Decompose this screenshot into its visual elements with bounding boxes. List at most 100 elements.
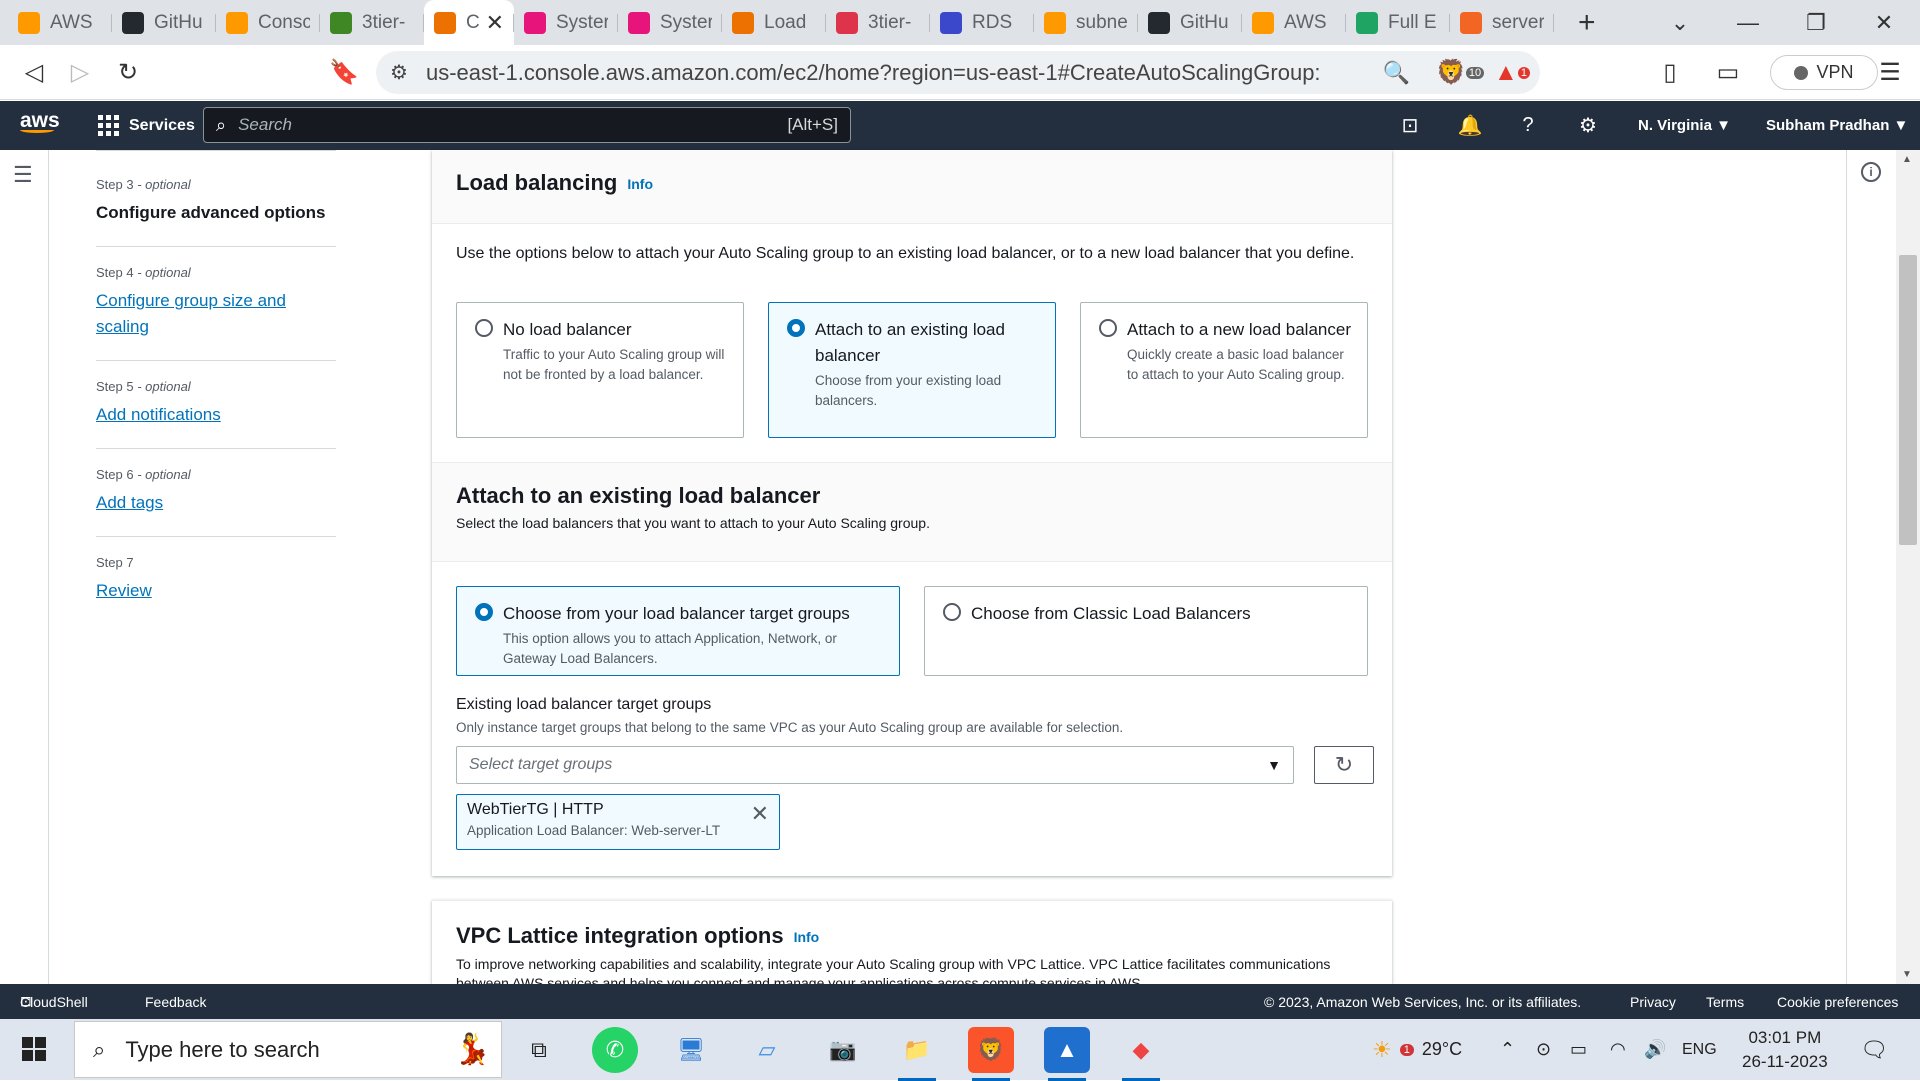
target-groups-select[interactable]: Select target groups ▼ bbox=[456, 746, 1294, 784]
settings-gear-icon[interactable]: ⚙ bbox=[1568, 101, 1608, 150]
cloudshell-icon[interactable]: ⊡ bbox=[1390, 101, 1430, 150]
wallet-icon[interactable]: ▭ bbox=[1708, 45, 1748, 100]
browser-tab-14[interactable]: server bbox=[1450, 0, 1554, 45]
battery-icon[interactable]: ▭ bbox=[1570, 1019, 1587, 1080]
browser-tab-6[interactable]: Syster bbox=[618, 0, 722, 45]
address-bar[interactable]: ⚙ us-east-1.console.aws.amazon.com/ec2/h… bbox=[376, 51, 1540, 94]
wifi-icon[interactable]: ◠ bbox=[1610, 1019, 1626, 1080]
scroll-down-icon[interactable]: ▼ bbox=[1902, 969, 1912, 980]
camera-icon[interactable]: 📷 bbox=[820, 1027, 866, 1073]
brave-browser-icon[interactable]: 🦁 bbox=[968, 1027, 1014, 1081]
file-explorer-icon[interactable]: 📁 bbox=[894, 1027, 940, 1081]
brave-rewards-icon[interactable]: ▲ 1 bbox=[1492, 45, 1532, 100]
show-hidden-icons-chevron-icon[interactable]: ⌃ bbox=[1500, 1019, 1515, 1080]
browser-tab-2[interactable]: Consc bbox=[216, 0, 320, 45]
search-input[interactable]: ⌕ Search [Alt+S] bbox=[203, 107, 851, 143]
attach-existing-lb-option[interactable]: Attach to an existing load balancer Choo… bbox=[768, 302, 1056, 438]
systems-manager-icon bbox=[524, 11, 546, 34]
browser-tab-9[interactable]: RDS bbox=[930, 0, 1034, 45]
browser-tab-11[interactable]: GitHu bbox=[1138, 0, 1242, 45]
clock[interactable]: 03:01 PM 26-11-2023 bbox=[1742, 1019, 1828, 1080]
step-4-link[interactable]: Configure group size and scaling bbox=[96, 288, 296, 340]
bookmark-icon[interactable]: 🔖 bbox=[322, 45, 366, 100]
github-icon bbox=[1148, 11, 1170, 34]
attach-new-lb-option[interactable]: Attach to a new load balancer Quickly cr… bbox=[1080, 302, 1368, 438]
tab-search-chevron-icon[interactable]: ⌄ bbox=[1652, 0, 1708, 45]
zoom-icon[interactable]: 🔍 bbox=[1383, 60, 1410, 86]
close-window-icon[interactable]: ✕ bbox=[1856, 0, 1912, 45]
target-groups-option[interactable]: Choose from your load balancer target gr… bbox=[456, 586, 900, 676]
brave-shields-icon[interactable]: 🦁 10 bbox=[1436, 45, 1485, 100]
back-icon[interactable]: ◁ bbox=[12, 45, 56, 100]
browser-tab-5[interactable]: Syster bbox=[514, 0, 618, 45]
whatsapp-icon[interactable]: ✆ bbox=[592, 1027, 638, 1073]
browser-tab-13[interactable]: Full E bbox=[1346, 0, 1450, 45]
region-selector[interactable]: N. Virginia ▼ bbox=[1638, 101, 1731, 150]
help-icon[interactable]: ? bbox=[1508, 101, 1548, 150]
step-7-link[interactable]: Review bbox=[96, 578, 336, 604]
privacy-link[interactable]: Privacy bbox=[1630, 984, 1676, 1019]
info-panel-icon[interactable]: i bbox=[1861, 162, 1881, 182]
refresh-button[interactable]: ↻ bbox=[1314, 746, 1374, 784]
page-scrollbar[interactable]: ▲ ▼ bbox=[1896, 150, 1920, 984]
cookie-preferences-link[interactable]: Cookie preferences bbox=[1777, 984, 1898, 1019]
browser-tab-7[interactable]: Load bbox=[722, 0, 826, 45]
new-tab-button[interactable]: + bbox=[1578, 6, 1608, 40]
target-groups-radio[interactable] bbox=[475, 603, 493, 621]
browser-tab-12[interactable]: AWS bbox=[1242, 0, 1346, 45]
notification-center-icon[interactable]: 🗨 bbox=[1860, 1019, 1888, 1080]
vpn-button[interactable]: VPN bbox=[1770, 55, 1878, 90]
taskbar-search-input[interactable]: ⌕ Type here to search 💃 bbox=[74, 1021, 502, 1078]
scroll-up-icon[interactable]: ▲ bbox=[1902, 154, 1912, 165]
wizard-steps: Step 3 - optional Configure advanced opt… bbox=[96, 150, 336, 624]
copyright-text: © 2023, Amazon Web Services, Inc. or its… bbox=[1264, 993, 1582, 1010]
tab-list: AWS GitHu Consc 3tier- C ✕ Syster Syster Load 3ti… bbox=[0, 0, 1554, 45]
photos-app-icon[interactable]: ▲ bbox=[1044, 1027, 1090, 1081]
site-settings-icon[interactable]: ⚙ bbox=[390, 60, 408, 85]
menu-hamburger-icon[interactable]: ☰ bbox=[13, 162, 33, 188]
attach-new-lb-radio[interactable] bbox=[1099, 319, 1117, 337]
browser-tab-0[interactable]: AWS bbox=[8, 0, 112, 45]
browser-menu-icon[interactable]: ☰ bbox=[1870, 45, 1910, 100]
step-5-link[interactable]: Add notifications bbox=[96, 402, 336, 428]
computer-icon[interactable]: 🖥 bbox=[668, 1027, 714, 1073]
classic-lb-radio[interactable] bbox=[943, 603, 961, 621]
vpc-lattice-info-link[interactable]: Info bbox=[794, 929, 820, 945]
task-view-icon[interactable]: ⧉ bbox=[516, 1027, 562, 1073]
browser-tab-8[interactable]: 3tier- bbox=[826, 0, 930, 45]
notes-app-icon[interactable]: ▱ bbox=[744, 1027, 790, 1073]
browser-tab-4[interactable]: C ✕ bbox=[424, 0, 514, 45]
no-load-balancer-option[interactable]: No load balancer Traffic to your Auto Sc… bbox=[456, 302, 744, 438]
browser-tab-10[interactable]: subne bbox=[1034, 0, 1138, 45]
aws-logo[interactable]: aws bbox=[20, 109, 60, 133]
terms-link[interactable]: Terms bbox=[1706, 984, 1744, 1019]
vpn-status-icon bbox=[1794, 65, 1809, 80]
browser-tab-1[interactable]: GitHu bbox=[112, 0, 216, 45]
reload-icon[interactable]: ↻ bbox=[106, 45, 150, 100]
classic-lb-option[interactable]: Choose from Classic Load Balancers bbox=[924, 586, 1368, 676]
notifications-bell-icon[interactable]: 🔔 bbox=[1450, 101, 1490, 150]
git-app-icon[interactable]: ◆ bbox=[1118, 1027, 1164, 1081]
step-6-link[interactable]: Add tags bbox=[96, 490, 336, 516]
account-menu[interactable]: Subham Pradhan ▼ bbox=[1766, 101, 1908, 150]
restore-icon[interactable]: ❐ bbox=[1788, 0, 1844, 45]
volume-icon[interactable]: 🔊 bbox=[1644, 1019, 1666, 1080]
minimize-icon[interactable]: — bbox=[1720, 0, 1776, 45]
right-help-rail: i bbox=[1846, 150, 1896, 984]
language-indicator[interactable]: ENG bbox=[1682, 1019, 1717, 1080]
forward-icon[interactable]: ▷ bbox=[58, 45, 102, 100]
no-load-balancer-radio[interactable] bbox=[475, 319, 493, 337]
browser-tab-3[interactable]: 3tier- bbox=[320, 0, 424, 45]
feedback-link[interactable]: Feedback bbox=[145, 984, 206, 1019]
weather-widget[interactable]: ☀ 1 29°C bbox=[1372, 1019, 1462, 1080]
close-tab-icon[interactable]: ✕ bbox=[486, 10, 504, 36]
scrollbar-thumb[interactable] bbox=[1899, 255, 1917, 545]
load-balancing-header: Load balancing Info bbox=[432, 150, 1392, 224]
windows-start-icon[interactable] bbox=[22, 1037, 46, 1061]
load-balancing-info-link[interactable]: Info bbox=[627, 176, 653, 192]
remove-token-close-icon[interactable]: ✕ bbox=[751, 801, 769, 827]
sidebar-toggle-icon[interactable]: ▯ bbox=[1650, 45, 1690, 100]
meet-now-icon[interactable]: ⊙ bbox=[1536, 1019, 1551, 1080]
services-button[interactable]: Services bbox=[98, 101, 195, 150]
attach-existing-lb-radio[interactable] bbox=[787, 319, 805, 337]
